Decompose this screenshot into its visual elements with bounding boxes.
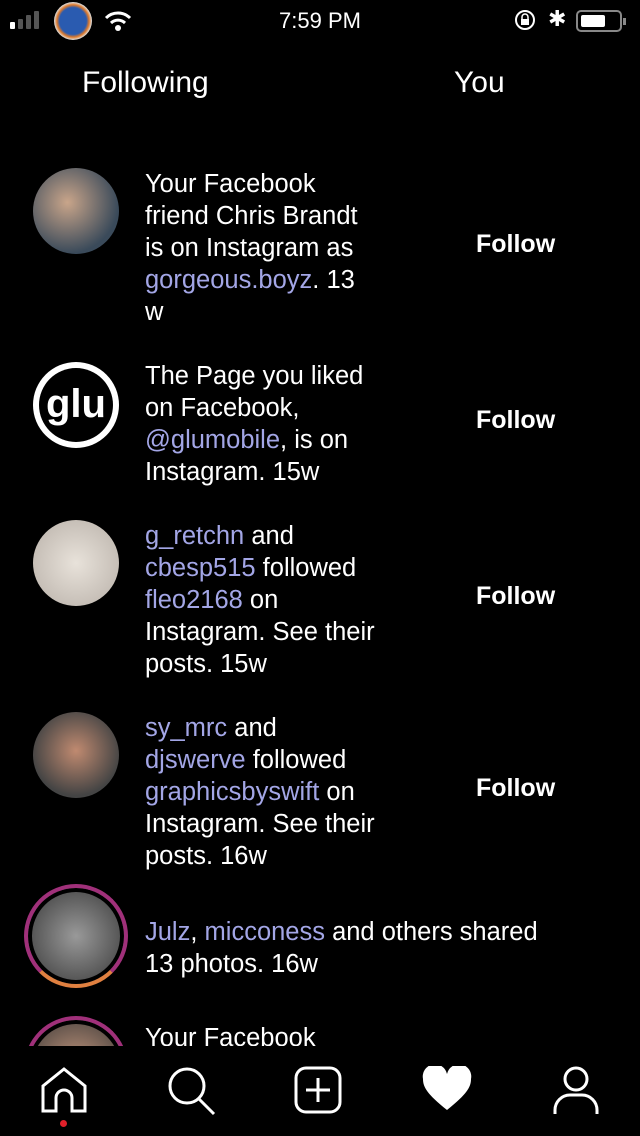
text-segment: posts. 15w [145,650,267,678]
follow-button[interactable]: Follow [476,230,555,259]
activity-feed[interactable]: Your Facebook friend Chris Brandt is on In… [0,0,640,1046]
profile-icon[interactable] [552,1066,600,1116]
add-post-icon[interactable] [294,1066,344,1116]
feed-item-text: Your Facebook friend Chris Brandt is on In… [145,168,358,328]
follow-button[interactable]: Follow [476,582,555,611]
home-icon[interactable] [40,1066,88,1114]
text-segment: 13 photos. 16w [145,950,318,978]
notification-dot [60,1120,67,1127]
text-segment: Your Facebook [145,170,316,198]
text-segment: on [319,778,355,806]
text-segment: , [190,918,205,946]
username-link[interactable]: cbesp515 [145,554,256,582]
text-segment: followed [245,746,347,774]
avatar[interactable] [24,884,128,988]
feed-item-text: Your Facebook [145,1022,316,1046]
avatar[interactable] [33,168,119,254]
search-icon[interactable] [166,1066,218,1118]
username-link[interactable]: sy_mrc [145,714,227,742]
username-link[interactable]: Julz [145,918,190,946]
text-segment: and others shared [324,918,538,946]
username-link[interactable]: gorgeous.boyz [145,266,312,294]
feed-item-text: Julz, micconess and others shared 13 phot… [145,916,538,980]
text-segment: Instagram. 15w [145,458,320,486]
username-link[interactable]: graphicsbyswift [145,778,319,806]
follow-button[interactable]: Follow [476,774,555,803]
text-segment: . 13 [312,266,355,294]
username-link[interactable]: micconess [205,918,325,946]
text-segment: Your Facebook [145,1024,316,1046]
text-segment: posts. 16w [145,842,267,870]
feed-item-text: sy_mrc and djswerve followed graphicsbyswi… [145,712,375,872]
bottom-nav [0,1046,640,1136]
text-segment: on [242,586,279,614]
username-link[interactable]: g_retchn [145,522,244,550]
avatar[interactable]: glu [33,362,119,448]
follow-button[interactable]: Follow [476,406,555,435]
text-segment: w [145,298,164,326]
text-segment: followed [255,554,357,582]
text-segment: and [244,522,294,550]
heart-icon[interactable] [422,1066,472,1112]
feed-item-text: g_retchn and cbesp515 followed fleo2168 on… [145,520,375,680]
text-segment: The Page you liked [145,362,364,390]
avatar[interactable] [24,1016,128,1046]
text-segment: Instagram. See their [145,810,375,838]
text-segment: is on Instagram as [145,234,354,262]
username-link[interactable]: fleo2168 [145,586,243,614]
text-segment: , is on [280,426,349,454]
avatar[interactable] [33,712,119,798]
avatar[interactable] [33,520,119,606]
avatar-logo: glu [39,368,113,442]
text-segment: friend Chris Brandt [145,202,358,230]
feed-item-text: The Page you liked on Facebook, @glumobile… [145,360,363,488]
text-segment: on Facebook, [145,394,300,422]
username-link[interactable]: djswerve [145,746,246,774]
text-segment: Instagram. See their [145,618,375,646]
text-segment: and [227,714,277,742]
username-link[interactable]: @glumobile [145,426,280,454]
